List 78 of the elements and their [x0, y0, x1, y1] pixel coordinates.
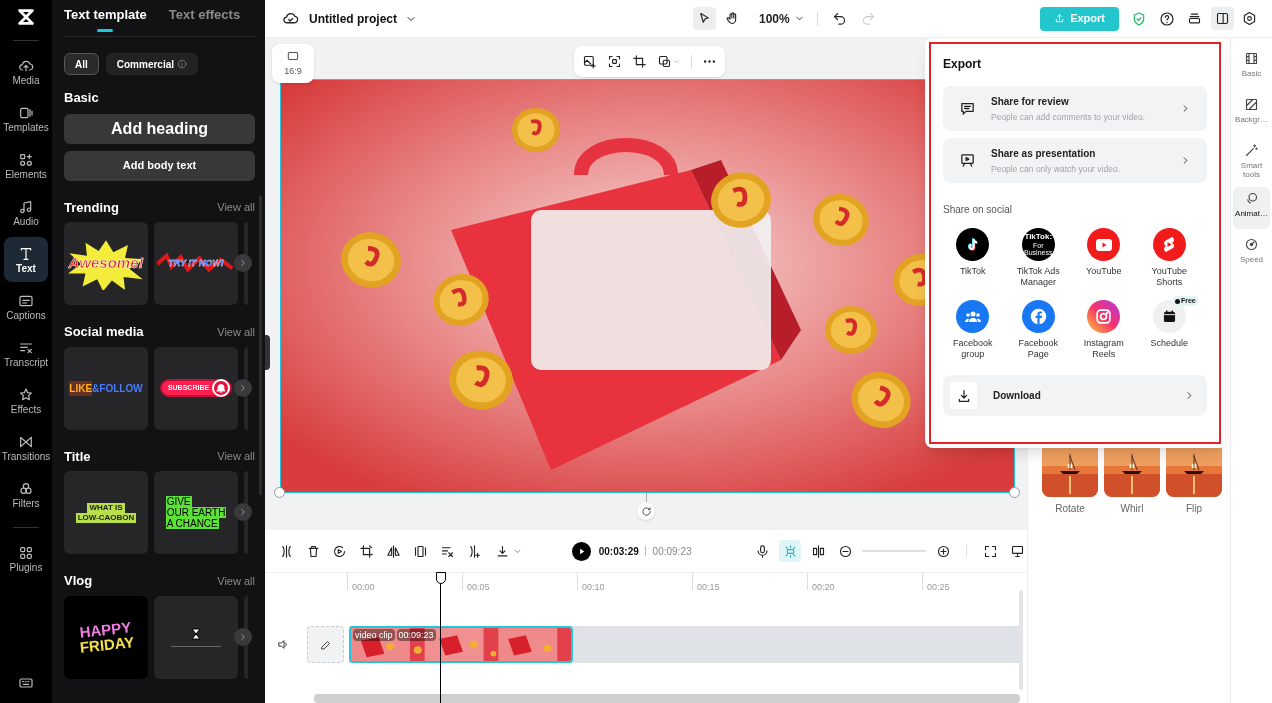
zoom-dropdown[interactable]: 100%	[759, 9, 805, 28]
ruler-label: 00:15	[697, 582, 720, 592]
share-option[interactable]: Share as presentation People can only watch your video.	[943, 138, 1207, 183]
social-share-button[interactable]: Facebook group	[940, 296, 1006, 360]
sidebar-item[interactable]: Elements	[4, 143, 48, 188]
download-button[interactable]: Download	[943, 375, 1207, 416]
ruler-label: 00:00	[352, 582, 375, 592]
panel-tab[interactable]: Text effects	[168, 4, 241, 36]
video-clip[interactable]: video clip 00:09:23	[349, 626, 573, 663]
section-title: Vlog	[64, 572, 93, 590]
template-card[interactable]: LIKE&FOLLOW	[64, 346, 148, 430]
property-tab[interactable]: Basic	[1233, 47, 1270, 89]
animation-option[interactable]: Whirl	[1104, 448, 1160, 516]
animation-label: Flip	[1185, 502, 1203, 516]
sidebar-item[interactable]: Audio	[4, 190, 48, 235]
ruler-label: 00:10	[582, 582, 605, 592]
animation-option[interactable]: Flip	[1166, 448, 1222, 516]
animation-label: Rotate	[1055, 502, 1085, 516]
clip-duration: 00:09:23	[396, 629, 436, 641]
animation-label: Whirl	[1120, 502, 1144, 516]
option-description: People can add comments to your video.	[991, 110, 1147, 124]
social-share-button[interactable]: YouTube Shorts	[1136, 224, 1202, 288]
section-title: Basic	[64, 89, 100, 107]
sidebar-item[interactable]: Text	[4, 237, 48, 282]
current-time: 00:03:29	[598, 544, 639, 559]
sidebar-item[interactable]: Transitions	[4, 425, 48, 470]
template-text: &FOLLOW	[92, 381, 143, 396]
template-card[interactable]: HAPPY FRIDAY	[64, 595, 148, 679]
filter-chip[interactable]: Commercial	[105, 53, 199, 75]
social-share-button[interactable]: TikTok	[940, 224, 1006, 288]
clip-label: video clip	[353, 629, 395, 641]
view-all-link[interactable]: View all	[217, 448, 255, 465]
total-time: 00:09:23	[652, 544, 692, 559]
sidebar-item[interactable]: Media	[4, 49, 48, 94]
add-heading-button[interactable]: Add heading	[64, 113, 255, 144]
ruler-label: 00:25	[927, 582, 950, 592]
property-tab[interactable]: Smart tools	[1233, 139, 1270, 183]
template-card[interactable]: WHAT IS LOW-CAOBON	[64, 471, 148, 554]
section-title: Title	[64, 447, 91, 466]
template-card[interactable]: GIVE OUR EARTH A CHANCE	[154, 471, 238, 554]
template-text: A CHANCE	[165, 518, 219, 529]
filter-chip[interactable]: All	[64, 53, 99, 75]
property-tab[interactable]: Speed	[1233, 233, 1270, 275]
option-description: People can only watch your video.	[991, 162, 1121, 176]
aspect-ratio-button[interactable]: 16:9	[272, 44, 314, 83]
sidebar-item[interactable]: Transcript	[4, 331, 48, 376]
property-tab[interactable]: Animat…	[1233, 187, 1270, 229]
view-all-link[interactable]: View all	[217, 572, 255, 589]
view-all-link[interactable]: View all	[217, 323, 255, 340]
template-text: OUR EARTH	[165, 507, 227, 518]
add-body-text-button[interactable]: Add body text	[64, 150, 255, 181]
sidebar-item[interactable]: Templates	[4, 96, 48, 141]
panel-tab[interactable]: Text template	[64, 4, 147, 36]
option-title: Share as presentation	[991, 146, 1097, 161]
share-option[interactable]: Share for review People can add comments to your video.	[943, 86, 1207, 131]
template-text: LIKE	[69, 380, 93, 396]
project-title-dropdown[interactable]: Untitled project	[309, 9, 417, 28]
sidebar-item[interactable]: Captions	[4, 284, 48, 329]
sidebar-item[interactable]: Effects	[4, 378, 48, 423]
sidebar-item[interactable]: Plugins	[4, 536, 48, 581]
social-share-button[interactable]: YouTube	[1071, 224, 1137, 288]
animation-option[interactable]: Rotate	[1042, 448, 1098, 516]
section-title: Trending	[64, 198, 119, 217]
social-share-button[interactable]: Instagram Reels	[1071, 296, 1137, 360]
social-section-title: Share on social	[943, 203, 1013, 217]
social-share-button[interactable]: Facebook Page	[1005, 296, 1071, 360]
export-title: Export	[943, 56, 982, 73]
logo-text: TikTok:	[1024, 233, 1053, 241]
template-text: GIVE	[165, 496, 192, 507]
ruler-label: 00:05	[467, 582, 490, 592]
sidebar-item[interactable]: Filters	[4, 472, 48, 517]
property-tab[interactable]: Backgr…	[1233, 93, 1270, 135]
template-text: WHAT IS	[87, 502, 125, 513]
template-text: LOW-CAOBON	[75, 512, 137, 523]
section-title: Social media	[64, 323, 144, 341]
option-title: Share for review	[991, 94, 1070, 109]
view-all-link[interactable]: View all	[217, 199, 255, 216]
ruler-label: 00:20	[812, 582, 835, 592]
